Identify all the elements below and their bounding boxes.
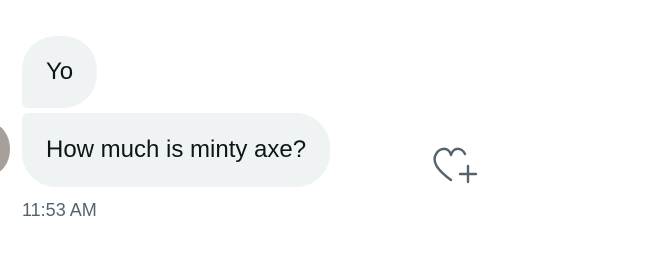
message-text-2: How much is minty axe? <box>46 136 307 163</box>
message-text-1: Yo <box>46 58 74 85</box>
add-reaction-button[interactable] <box>427 140 479 186</box>
message-bubble-1[interactable]: Yo <box>22 36 98 108</box>
message-timestamp: 11:53 AM <box>22 200 97 220</box>
avatar[interactable] <box>0 123 10 175</box>
message-bubble-2[interactable]: How much is minty axe? <box>22 113 331 187</box>
heart-plus-icon <box>433 147 478 184</box>
